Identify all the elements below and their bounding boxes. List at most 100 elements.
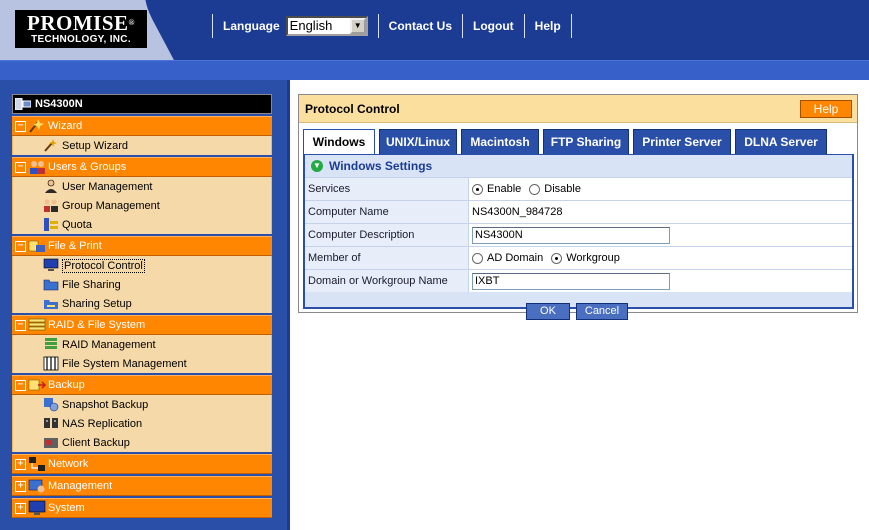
sidebar-item-sharing-setup[interactable]: Sharing Setup: [13, 294, 271, 313]
help-button[interactable]: Help: [800, 100, 852, 118]
disable-label: Disable: [544, 183, 581, 195]
group-raid-file-system[interactable]: − RAID & File System: [12, 315, 272, 335]
language-select[interactable]: English ▼: [285, 16, 368, 36]
collapse-icon[interactable]: −: [15, 319, 26, 331]
sidebar-item-label: Group Management: [62, 199, 160, 212]
collapse-icon[interactable]: −: [15, 379, 26, 391]
tab-ftp-sharing[interactable]: FTP Sharing: [543, 129, 629, 155]
group-items-backup: Snapshot Backup NAS Replication Client B…: [12, 395, 272, 452]
sidebar-item-snapshot-backup[interactable]: Snapshot Backup: [13, 395, 271, 414]
sidebar-item-nas-replication[interactable]: NAS Replication: [13, 414, 271, 433]
nav-separator: [523, 14, 525, 38]
group-wizard[interactable]: − Wizard: [12, 116, 272, 136]
enable-radio[interactable]: [472, 183, 483, 195]
backup-icon: [28, 379, 46, 391]
group-label: Network: [48, 458, 89, 470]
workgroup-option[interactable]: Workgroup: [551, 252, 620, 264]
nav-separator: [462, 14, 464, 38]
nav-separator: [212, 14, 213, 38]
tab-printer-server[interactable]: Printer Server: [633, 129, 731, 155]
logo-registered: ®: [128, 18, 135, 27]
sidebar-item-file-system-management[interactable]: File System Management: [13, 354, 271, 373]
ad-domain-radio[interactable]: [472, 252, 483, 264]
services-value: Enable Disable: [469, 178, 852, 200]
file-print-icon: [28, 240, 45, 252]
domain-workgroup-input[interactable]: IXBT: [472, 272, 670, 290]
logo-text: PROMISE: [27, 11, 129, 35]
group-file-print[interactable]: − File & Print: [12, 236, 272, 256]
tree-root-device[interactable]: NS4300N: [12, 94, 272, 114]
expand-icon[interactable]: +: [15, 458, 26, 470]
sidebar-item-quota[interactable]: Quota: [13, 215, 271, 234]
sidebar-item-group-management[interactable]: Group Management: [13, 196, 271, 215]
sidebar-item-label: Client Backup: [62, 436, 130, 449]
group-backup[interactable]: − Backup: [12, 375, 272, 395]
protocol-tabs: Windows UNIX/Linux Macintosh FTP Sharing…: [303, 129, 831, 155]
sidebar-item-raid-management[interactable]: RAID Management: [13, 335, 271, 354]
shared-folder-icon: [44, 300, 58, 309]
tab-macintosh[interactable]: Macintosh: [461, 129, 539, 155]
group-network[interactable]: + Network: [12, 454, 272, 474]
tab-windows[interactable]: Windows: [303, 129, 375, 155]
group-users-groups[interactable]: − Users & Groups: [12, 157, 272, 177]
expand-icon[interactable]: +: [15, 502, 26, 514]
ok-button[interactable]: OK: [526, 303, 570, 320]
group-items-raid: RAID Management File System Management: [12, 335, 272, 373]
collapse-icon[interactable]: −: [15, 240, 26, 252]
sidebar-item-label: Sharing Setup: [62, 297, 132, 310]
collapse-icon[interactable]: −: [15, 161, 26, 173]
group-items-wizard: Setup Wizard: [12, 136, 272, 155]
disable-option[interactable]: Disable: [529, 183, 581, 195]
sidebar-item-client-backup[interactable]: Client Backup: [13, 433, 271, 452]
wizard-icon: [29, 119, 44, 133]
group-label: System: [48, 502, 85, 514]
workgroup-radio[interactable]: [551, 252, 563, 264]
ad-domain-option[interactable]: AD Domain: [472, 252, 543, 264]
contact-us-link[interactable]: Contact Us: [385, 19, 456, 33]
disable-radio[interactable]: [529, 183, 541, 195]
help-link[interactable]: Help: [531, 19, 565, 33]
sidebar-item-label: User Management: [62, 180, 153, 193]
enable-label: Enable: [487, 183, 522, 195]
cancel-button[interactable]: Cancel: [576, 303, 628, 320]
services-label: Services: [305, 178, 469, 200]
logout-link[interactable]: Logout: [469, 19, 518, 33]
group-system[interactable]: + System: [12, 498, 272, 518]
sidebar-item-label: Snapshot Backup: [62, 398, 149, 411]
domain-workgroup-cell: IXBT: [469, 270, 852, 292]
group-users-icon: [44, 199, 58, 212]
nav-separator: [377, 14, 379, 38]
group-label: RAID & File System: [48, 319, 146, 331]
row-services: Services Enable Disable: [305, 177, 852, 200]
row-member-of: Member of AD Domain Workgroup: [305, 246, 852, 269]
computer-description-cell: NS4300N: [469, 224, 852, 246]
row-computer-name: Computer Name NS4300N_984728: [305, 200, 852, 223]
tab-dlna-server[interactable]: DLNA Server: [735, 129, 827, 155]
enable-option[interactable]: Enable: [472, 183, 521, 195]
group-management[interactable]: + Management: [12, 476, 272, 496]
group-label: Backup: [48, 379, 85, 391]
group-label: Wizard: [48, 120, 83, 132]
expand-icon[interactable]: +: [15, 480, 26, 492]
server-icon: [15, 98, 31, 110]
sidebar-item-setup-wizard[interactable]: Setup Wizard: [13, 136, 271, 155]
computer-description-input[interactable]: NS4300N: [472, 226, 670, 244]
top-header: PROMISE® TECHNOLOGY, INC. Language Engli…: [0, 0, 869, 80]
language-label: Language: [223, 19, 280, 33]
collapse-section-icon[interactable]: ▼: [311, 160, 323, 172]
collapse-icon[interactable]: −: [15, 120, 26, 132]
sidebar-item-file-sharing[interactable]: File Sharing: [13, 275, 271, 294]
tree-root-label: NS4300N: [35, 98, 83, 110]
sidebar-item-protocol-control[interactable]: Protocol Control: [13, 256, 271, 275]
sidebar-item-label: File System Management: [62, 357, 187, 370]
sidebar-item-user-management[interactable]: User Management: [13, 177, 271, 196]
file-system-icon: [43, 356, 59, 371]
sidebar-item-label: NAS Replication: [62, 417, 143, 430]
dropdown-arrow-icon[interactable]: ▼: [349, 18, 366, 34]
windows-settings-frame: ▼ Windows Settings Services Enable Disab…: [303, 155, 854, 309]
tab-unix-linux[interactable]: UNIX/Linux: [379, 129, 457, 155]
sidebar-item-label: RAID Management: [62, 338, 156, 351]
computer-description-label: Computer Description: [305, 224, 469, 246]
management-icon: [28, 479, 45, 493]
system-monitor-icon: [28, 500, 46, 515]
